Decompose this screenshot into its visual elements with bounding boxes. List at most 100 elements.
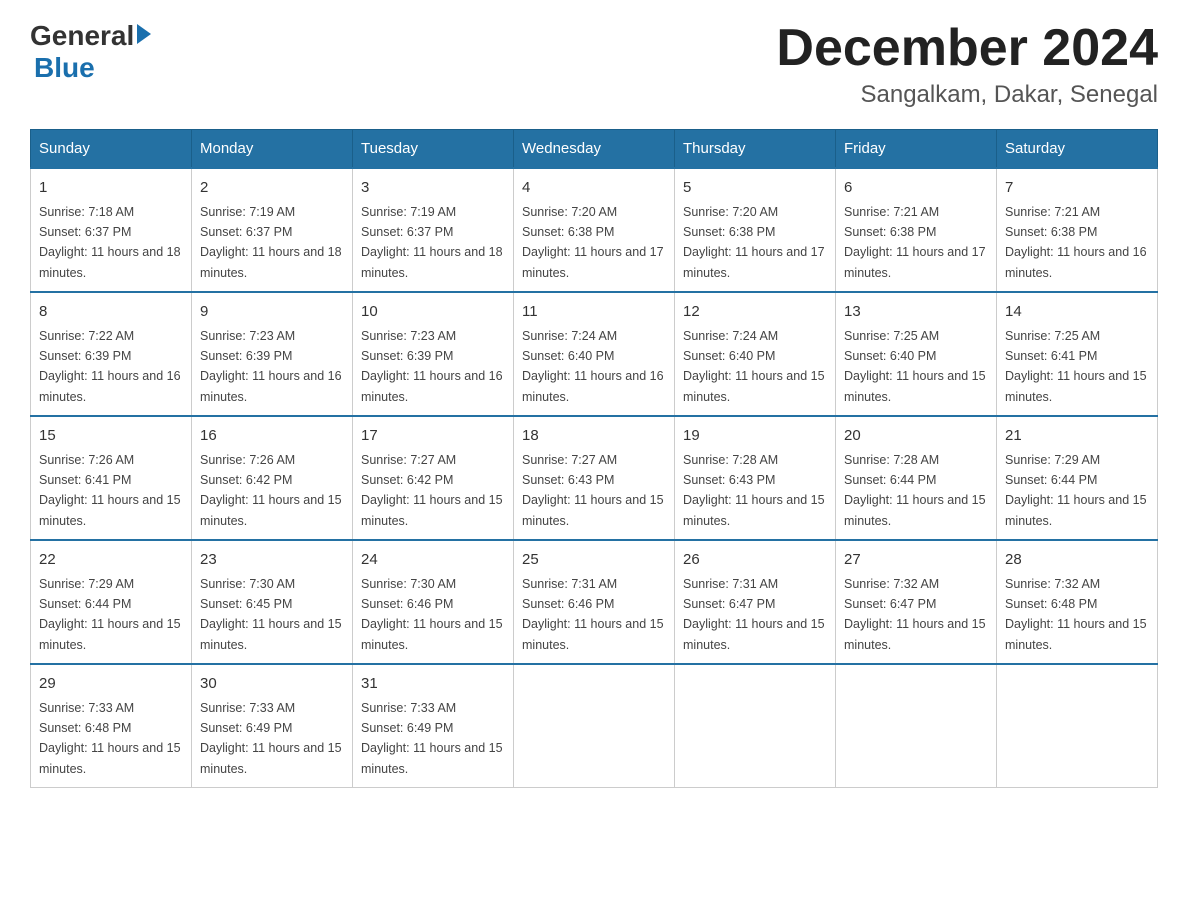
- calendar-week-row: 8 Sunrise: 7:22 AMSunset: 6:39 PMDayligh…: [31, 292, 1158, 416]
- day-info: Sunrise: 7:27 AMSunset: 6:43 PMDaylight:…: [522, 453, 664, 528]
- calendar-day-cell: 26 Sunrise: 7:31 AMSunset: 6:47 PMDaylig…: [675, 540, 836, 664]
- calendar-week-row: 22 Sunrise: 7:29 AMSunset: 6:44 PMDaylig…: [31, 540, 1158, 664]
- calendar-day-cell: 8 Sunrise: 7:22 AMSunset: 6:39 PMDayligh…: [31, 292, 192, 416]
- calendar-day-cell: 13 Sunrise: 7:25 AMSunset: 6:40 PMDaylig…: [836, 292, 997, 416]
- day-info: Sunrise: 7:33 AMSunset: 6:49 PMDaylight:…: [361, 701, 503, 776]
- calendar-day-cell: 7 Sunrise: 7:21 AMSunset: 6:38 PMDayligh…: [997, 168, 1158, 292]
- day-info: Sunrise: 7:23 AMSunset: 6:39 PMDaylight:…: [361, 329, 503, 404]
- day-number: 1: [39, 177, 183, 200]
- empty-cell: [675, 664, 836, 788]
- day-number: 11: [522, 301, 666, 324]
- day-info: Sunrise: 7:24 AMSunset: 6:40 PMDaylight:…: [683, 329, 825, 404]
- day-info: Sunrise: 7:25 AMSunset: 6:40 PMDaylight:…: [844, 329, 986, 404]
- day-info: Sunrise: 7:33 AMSunset: 6:49 PMDaylight:…: [200, 701, 342, 776]
- calendar-day-cell: 14 Sunrise: 7:25 AMSunset: 6:41 PMDaylig…: [997, 292, 1158, 416]
- day-info: Sunrise: 7:32 AMSunset: 6:48 PMDaylight:…: [1005, 577, 1147, 652]
- day-info: Sunrise: 7:30 AMSunset: 6:46 PMDaylight:…: [361, 577, 503, 652]
- page-header: General Blue December 2024 Sangalkam, Da…: [30, 20, 1158, 109]
- calendar-day-cell: 25 Sunrise: 7:31 AMSunset: 6:46 PMDaylig…: [514, 540, 675, 664]
- day-info: Sunrise: 7:25 AMSunset: 6:41 PMDaylight:…: [1005, 329, 1147, 404]
- day-info: Sunrise: 7:30 AMSunset: 6:45 PMDaylight:…: [200, 577, 342, 652]
- calendar-day-cell: 10 Sunrise: 7:23 AMSunset: 6:39 PMDaylig…: [353, 292, 514, 416]
- calendar-table: SundayMondayTuesdayWednesdayThursdayFrid…: [30, 129, 1158, 788]
- calendar-day-cell: 23 Sunrise: 7:30 AMSunset: 6:45 PMDaylig…: [192, 540, 353, 664]
- calendar-day-cell: 9 Sunrise: 7:23 AMSunset: 6:39 PMDayligh…: [192, 292, 353, 416]
- day-info: Sunrise: 7:28 AMSunset: 6:43 PMDaylight:…: [683, 453, 825, 528]
- day-number: 20: [844, 425, 988, 448]
- day-number: 3: [361, 177, 505, 200]
- day-number: 27: [844, 549, 988, 572]
- day-info: Sunrise: 7:33 AMSunset: 6:48 PMDaylight:…: [39, 701, 181, 776]
- day-number: 22: [39, 549, 183, 572]
- day-number: 8: [39, 301, 183, 324]
- calendar-day-cell: 16 Sunrise: 7:26 AMSunset: 6:42 PMDaylig…: [192, 416, 353, 540]
- logo: General Blue: [30, 20, 151, 84]
- calendar-day-cell: 29 Sunrise: 7:33 AMSunset: 6:48 PMDaylig…: [31, 664, 192, 788]
- day-number: 4: [522, 177, 666, 200]
- day-number: 13: [844, 301, 988, 324]
- location-title: Sangalkam, Dakar, Senegal: [776, 81, 1158, 109]
- column-header-saturday: Saturday: [997, 130, 1158, 169]
- day-number: 5: [683, 177, 827, 200]
- logo-general-text: General: [30, 20, 134, 52]
- calendar-week-row: 29 Sunrise: 7:33 AMSunset: 6:48 PMDaylig…: [31, 664, 1158, 788]
- calendar-day-cell: 22 Sunrise: 7:29 AMSunset: 6:44 PMDaylig…: [31, 540, 192, 664]
- day-number: 14: [1005, 301, 1149, 324]
- day-number: 24: [361, 549, 505, 572]
- calendar-day-cell: 31 Sunrise: 7:33 AMSunset: 6:49 PMDaylig…: [353, 664, 514, 788]
- empty-cell: [997, 664, 1158, 788]
- title-block: December 2024 Sangalkam, Dakar, Senegal: [776, 20, 1158, 109]
- day-number: 7: [1005, 177, 1149, 200]
- day-number: 30: [200, 673, 344, 696]
- calendar-day-cell: 11 Sunrise: 7:24 AMSunset: 6:40 PMDaylig…: [514, 292, 675, 416]
- day-info: Sunrise: 7:29 AMSunset: 6:44 PMDaylight:…: [1005, 453, 1147, 528]
- column-header-thursday: Thursday: [675, 130, 836, 169]
- day-number: 29: [39, 673, 183, 696]
- day-number: 10: [361, 301, 505, 324]
- calendar-day-cell: 17 Sunrise: 7:27 AMSunset: 6:42 PMDaylig…: [353, 416, 514, 540]
- day-info: Sunrise: 7:29 AMSunset: 6:44 PMDaylight:…: [39, 577, 181, 652]
- calendar-day-cell: 5 Sunrise: 7:20 AMSunset: 6:38 PMDayligh…: [675, 168, 836, 292]
- calendar-day-cell: 24 Sunrise: 7:30 AMSunset: 6:46 PMDaylig…: [353, 540, 514, 664]
- day-number: 19: [683, 425, 827, 448]
- day-info: Sunrise: 7:24 AMSunset: 6:40 PMDaylight:…: [522, 329, 664, 404]
- day-info: Sunrise: 7:21 AMSunset: 6:38 PMDaylight:…: [1005, 205, 1147, 280]
- day-info: Sunrise: 7:22 AMSunset: 6:39 PMDaylight:…: [39, 329, 181, 404]
- day-number: 6: [844, 177, 988, 200]
- empty-cell: [514, 664, 675, 788]
- day-number: 9: [200, 301, 344, 324]
- day-number: 21: [1005, 425, 1149, 448]
- calendar-day-cell: 3 Sunrise: 7:19 AMSunset: 6:37 PMDayligh…: [353, 168, 514, 292]
- day-info: Sunrise: 7:26 AMSunset: 6:42 PMDaylight:…: [200, 453, 342, 528]
- calendar-day-cell: 4 Sunrise: 7:20 AMSunset: 6:38 PMDayligh…: [514, 168, 675, 292]
- day-info: Sunrise: 7:32 AMSunset: 6:47 PMDaylight:…: [844, 577, 986, 652]
- day-info: Sunrise: 7:27 AMSunset: 6:42 PMDaylight:…: [361, 453, 503, 528]
- column-header-sunday: Sunday: [31, 130, 192, 169]
- month-title: December 2024: [776, 20, 1158, 77]
- day-info: Sunrise: 7:21 AMSunset: 6:38 PMDaylight:…: [844, 205, 986, 280]
- day-number: 25: [522, 549, 666, 572]
- day-number: 12: [683, 301, 827, 324]
- column-header-wednesday: Wednesday: [514, 130, 675, 169]
- calendar-day-cell: 15 Sunrise: 7:26 AMSunset: 6:41 PMDaylig…: [31, 416, 192, 540]
- day-number: 18: [522, 425, 666, 448]
- logo-blue-text: Blue: [34, 52, 95, 83]
- calendar-day-cell: 21 Sunrise: 7:29 AMSunset: 6:44 PMDaylig…: [997, 416, 1158, 540]
- day-number: 2: [200, 177, 344, 200]
- day-number: 28: [1005, 549, 1149, 572]
- calendar-day-cell: 19 Sunrise: 7:28 AMSunset: 6:43 PMDaylig…: [675, 416, 836, 540]
- day-info: Sunrise: 7:19 AMSunset: 6:37 PMDaylight:…: [200, 205, 342, 280]
- day-number: 23: [200, 549, 344, 572]
- day-info: Sunrise: 7:23 AMSunset: 6:39 PMDaylight:…: [200, 329, 342, 404]
- day-number: 17: [361, 425, 505, 448]
- calendar-day-cell: 1 Sunrise: 7:18 AMSunset: 6:37 PMDayligh…: [31, 168, 192, 292]
- day-number: 31: [361, 673, 505, 696]
- logo-arrow-icon: [137, 24, 151, 44]
- calendar-day-cell: 27 Sunrise: 7:32 AMSunset: 6:47 PMDaylig…: [836, 540, 997, 664]
- column-header-monday: Monday: [192, 130, 353, 169]
- calendar-day-cell: 20 Sunrise: 7:28 AMSunset: 6:44 PMDaylig…: [836, 416, 997, 540]
- calendar-week-row: 1 Sunrise: 7:18 AMSunset: 6:37 PMDayligh…: [31, 168, 1158, 292]
- calendar-week-row: 15 Sunrise: 7:26 AMSunset: 6:41 PMDaylig…: [31, 416, 1158, 540]
- day-info: Sunrise: 7:20 AMSunset: 6:38 PMDaylight:…: [683, 205, 825, 280]
- day-info: Sunrise: 7:19 AMSunset: 6:37 PMDaylight:…: [361, 205, 503, 280]
